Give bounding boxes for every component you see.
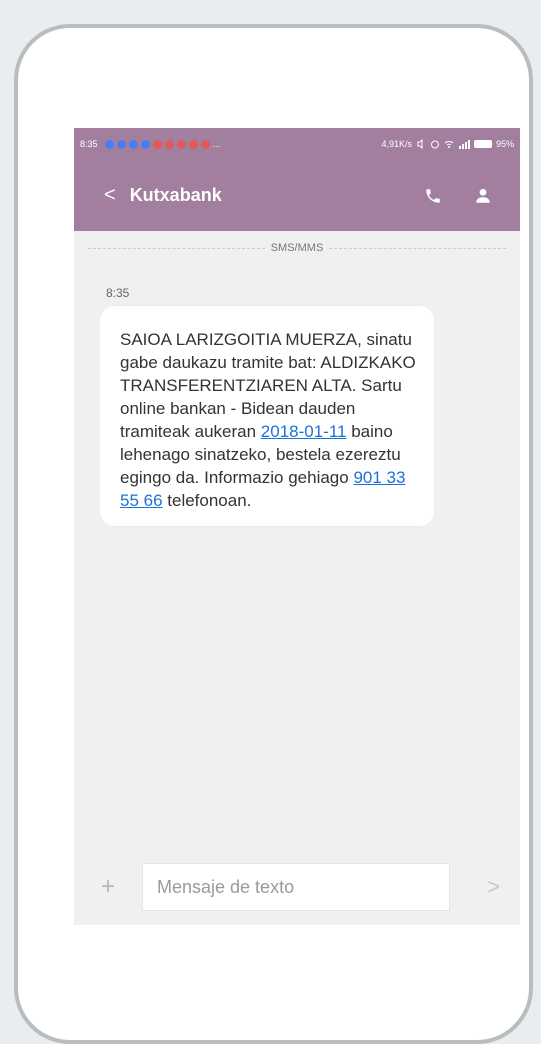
conversation-divider: SMS/MMS xyxy=(88,238,506,258)
date-link[interactable]: 2018-01-11 xyxy=(261,422,347,441)
contact-title: Kutxabank xyxy=(129,185,222,205)
alarm-icon xyxy=(430,140,439,149)
message-text-end: telefonoan. xyxy=(162,491,252,510)
attach-button[interactable]: + xyxy=(74,873,142,901)
notification-icon xyxy=(152,139,162,149)
notification-icons xyxy=(104,139,210,149)
call-button[interactable] xyxy=(418,181,448,211)
status-right: 4,91K/s 95% xyxy=(381,139,514,149)
notification-icon xyxy=(128,139,138,149)
notification-icon xyxy=(116,139,126,149)
phone-icon xyxy=(426,188,440,203)
notification-icon xyxy=(164,139,174,149)
network-speed: 4,91K/s xyxy=(381,139,412,149)
battery-icon xyxy=(473,140,492,148)
status-ellipsis: ... xyxy=(212,139,221,149)
phone-frame: 8:35 ... 4,91K/s 95% < Kutxabank SMS/MMS… xyxy=(14,24,533,1044)
notification-icon xyxy=(104,139,114,149)
notification-icon xyxy=(176,139,186,149)
send-button[interactable]: > xyxy=(487,874,500,900)
notification-icon xyxy=(200,139,210,149)
battery-level: 95% xyxy=(495,139,514,149)
notification-icon xyxy=(188,139,198,149)
message-input[interactable]: Mensaje de texto xyxy=(142,863,450,911)
divider-line-left xyxy=(88,247,265,249)
message-bubble[interactable]: SAIOA LARIZGOITIA MUERZA, sinatu gabe da… xyxy=(100,306,434,526)
wifi-icon xyxy=(444,141,454,148)
notification-icon xyxy=(140,139,150,149)
divider-label: SMS/MMS xyxy=(270,242,324,254)
back-button[interactable]: < xyxy=(104,184,116,207)
person-icon xyxy=(476,188,490,203)
status-bar: 8:35 ... 4,91K/s 95% xyxy=(74,128,520,160)
message-input-placeholder: Mensaje de texto xyxy=(157,876,295,897)
status-time: 8:35 xyxy=(80,139,98,149)
message-composer: + Mensaje de texto > xyxy=(74,861,520,913)
message-timestamp: 8:35 xyxy=(106,286,130,300)
app-bar: < Kutxabank xyxy=(74,160,520,231)
signal-icon xyxy=(458,140,470,149)
divider-line-right xyxy=(329,247,506,249)
screen: 8:35 ... 4,91K/s 95% < Kutxabank SMS/MMS… xyxy=(74,128,520,925)
contact-button[interactable] xyxy=(468,181,498,211)
mute-icon xyxy=(417,139,423,149)
